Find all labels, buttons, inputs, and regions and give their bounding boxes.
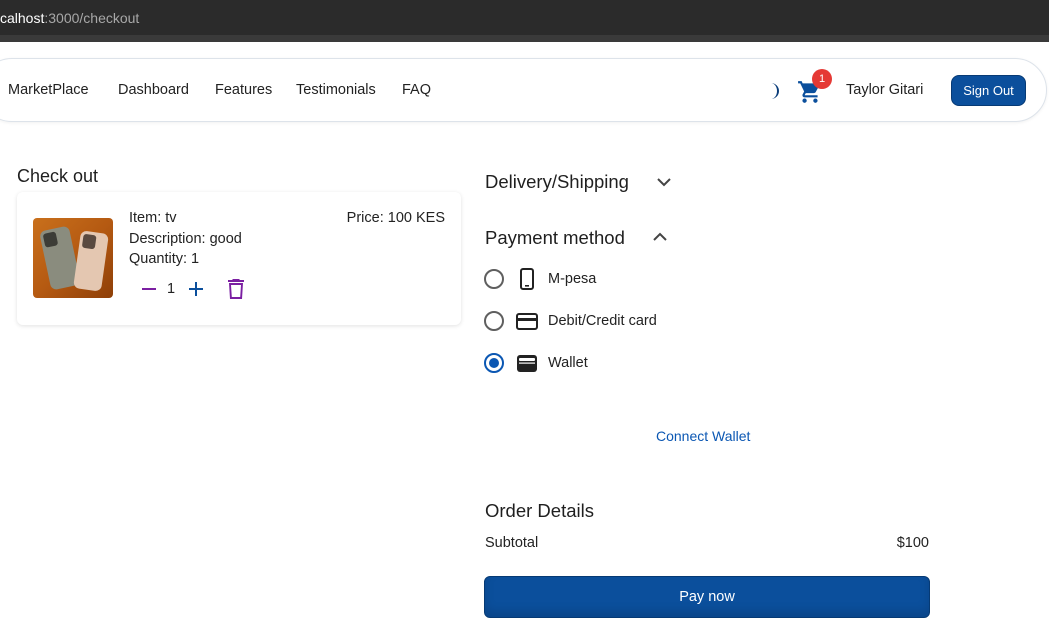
nav-link-faq[interactable]: FAQ bbox=[402, 82, 431, 98]
url-text[interactable]: calhost:3000/checkout bbox=[0, 10, 139, 26]
radio-mpesa[interactable] bbox=[484, 269, 504, 289]
increase-quantity-button[interactable] bbox=[185, 278, 207, 300]
smartphone-icon bbox=[520, 268, 534, 290]
radio-wallet[interactable] bbox=[484, 353, 504, 373]
nav-link-dashboard[interactable]: Dashboard bbox=[118, 82, 189, 98]
item-image bbox=[33, 218, 113, 298]
connect-wallet-button[interactable]: Connect Wallet bbox=[656, 428, 750, 444]
item-price: Price: 100 KES bbox=[346, 210, 445, 226]
credit-card-icon bbox=[516, 313, 538, 330]
pay-now-button[interactable]: Pay now bbox=[484, 576, 930, 618]
payment-option-wallet[interactable]: Wallet bbox=[484, 351, 704, 375]
payment-option-mpesa[interactable]: M-pesa bbox=[484, 267, 704, 291]
top-navbar: MarketPlace Dashboard Features Testimoni… bbox=[0, 58, 1047, 122]
item-description: Description: good bbox=[129, 231, 242, 247]
cart-item-card: Item: tv Description: good Quantity: 1 P… bbox=[17, 192, 461, 325]
payment-option-card[interactable]: Debit/Credit card bbox=[484, 309, 704, 333]
moon-icon[interactable] bbox=[762, 81, 780, 101]
item-quantity: Quantity: 1 bbox=[129, 251, 200, 267]
order-details-title: Order Details bbox=[485, 500, 594, 521]
subtotal-value: $100 bbox=[896, 535, 929, 551]
decrease-quantity-button[interactable] bbox=[138, 278, 160, 300]
user-name: Taylor Gitari bbox=[846, 82, 924, 98]
chevron-down-icon[interactable] bbox=[657, 177, 671, 187]
nav-link-testimonials[interactable]: Testimonials bbox=[296, 82, 376, 98]
url-path: :3000/checkout bbox=[44, 10, 140, 26]
browser-divider bbox=[0, 35, 1049, 42]
nav-link-features[interactable]: Features bbox=[215, 82, 272, 98]
sign-out-button[interactable]: Sign Out bbox=[951, 75, 1026, 106]
cart-count-badge: 1 bbox=[812, 69, 832, 89]
wallet-icon bbox=[517, 355, 537, 372]
delete-item-button[interactable] bbox=[226, 278, 246, 300]
subtotal-label: Subtotal bbox=[485, 535, 539, 551]
url-host: calhost bbox=[0, 10, 45, 26]
radio-card[interactable] bbox=[484, 311, 504, 331]
chevron-up-icon[interactable] bbox=[653, 232, 667, 242]
checkout-title: Check out bbox=[17, 166, 99, 186]
quantity-value: 1 bbox=[167, 281, 176, 297]
payment-label-wallet: Wallet bbox=[548, 355, 588, 371]
browser-url-bar[interactable]: calhost:3000/checkout bbox=[0, 0, 1049, 35]
delivery-shipping-title[interactable]: Delivery/Shipping bbox=[485, 171, 629, 193]
payment-label-mpesa: M-pesa bbox=[548, 271, 597, 287]
payment-method-title[interactable]: Payment method bbox=[485, 227, 625, 249]
item-name: Item: tv bbox=[129, 210, 177, 226]
payment-label-card: Debit/Credit card bbox=[548, 313, 657, 329]
brand-link[interactable]: MarketPlace bbox=[8, 82, 89, 98]
